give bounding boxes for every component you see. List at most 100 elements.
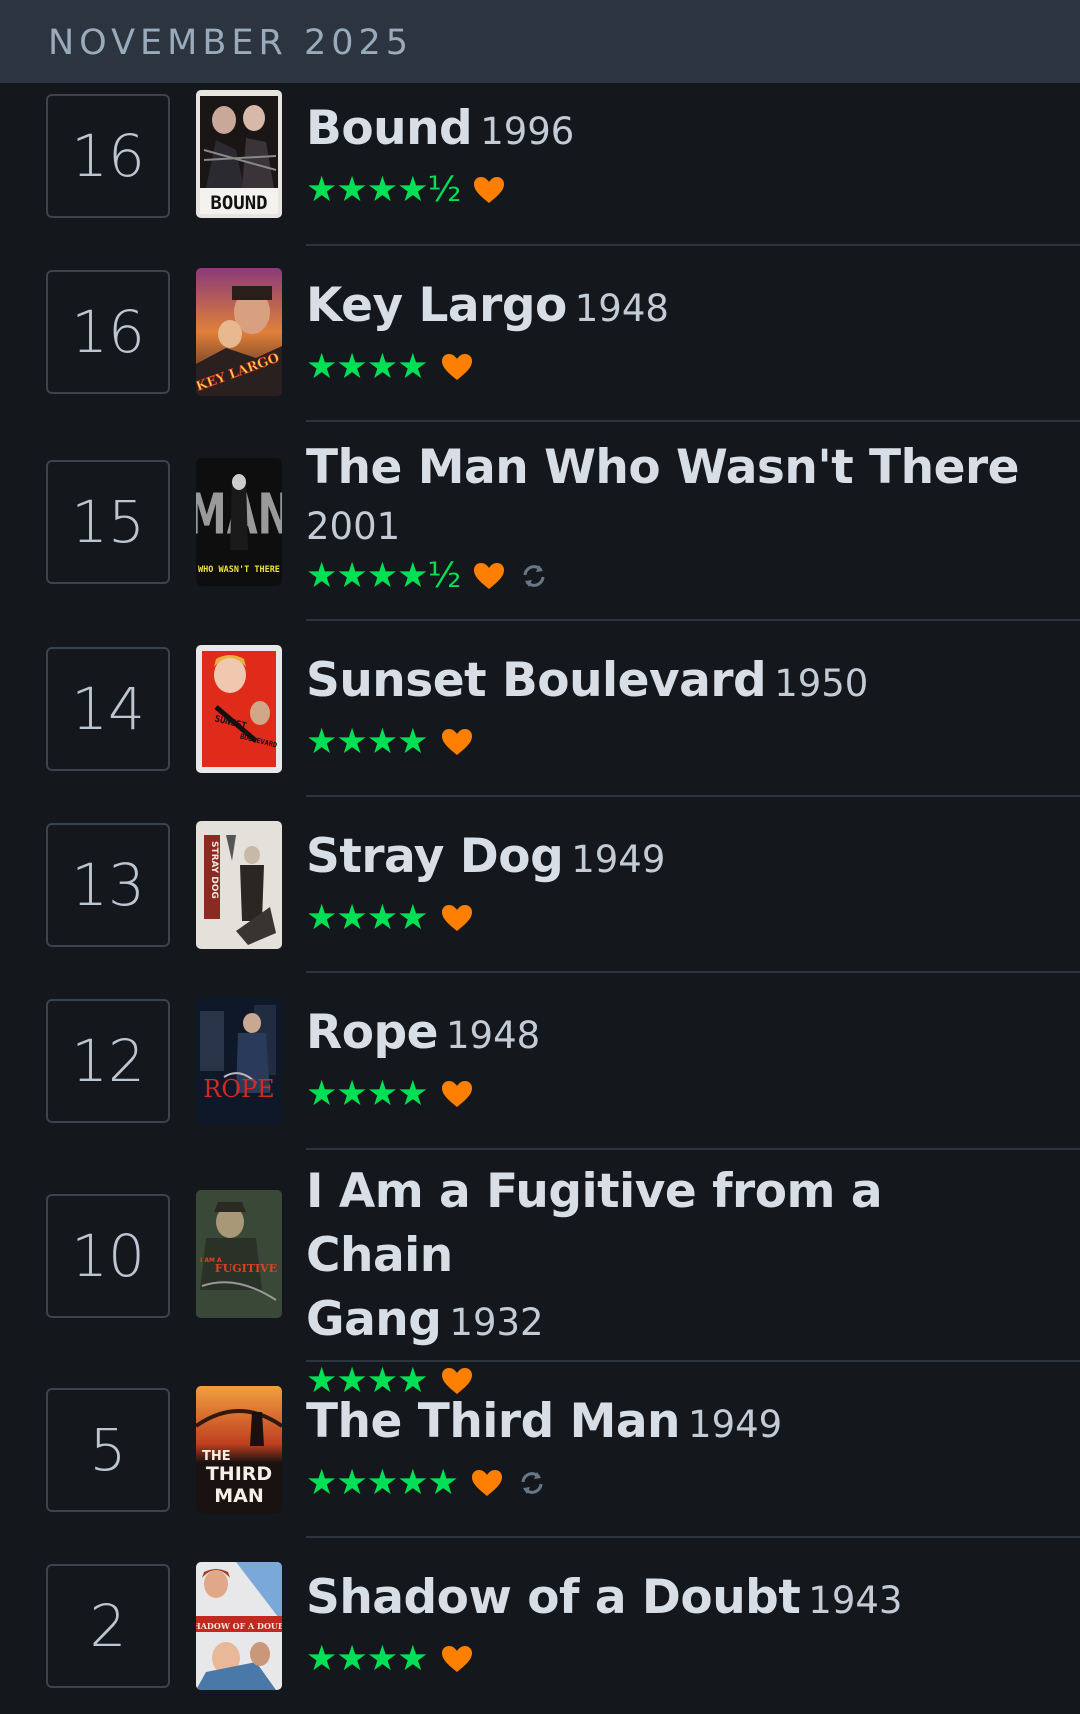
film-title-line1[interactable]: I Am a Fugitive from a Chain: [306, 1164, 883, 1283]
day-box[interactable]: 13: [46, 823, 170, 947]
diary-entry[interactable]: 2 SHADOW OF A DOUBT Shadow of a Doubt194…: [0, 1538, 1080, 1714]
diary-entry[interactable]: 12 ROPE Rope 1948 ★★★★: [0, 973, 1080, 1150]
entry-info: Sunset Boulevard 1950 ★★★★: [306, 649, 1020, 764]
film-year[interactable]: 2001: [306, 500, 1020, 554]
poster-man-who-wasnt-there[interactable]: MAN WHO WASN'T THERE: [196, 458, 282, 586]
entry-info: Bound 1996 ★★★★½: [306, 97, 1020, 212]
heart-icon: [441, 729, 472, 755]
diary-entry[interactable]: 16 KEY LARGO Key Largo 1948 ★★★★: [0, 246, 1080, 422]
day-box[interactable]: 2: [46, 1564, 170, 1688]
film-title-text[interactable]: Stray Dog: [306, 829, 564, 884]
rating-row: ★★★★½: [306, 168, 1020, 212]
film-title-text[interactable]: Key Largo: [306, 278, 567, 333]
star-rating: ★★★★: [306, 722, 429, 762]
poster-stray-dog[interactable]: STRAY DOG: [196, 821, 282, 949]
heart-icon: [441, 1646, 472, 1672]
film-year[interactable]: 1950: [774, 662, 868, 705]
poster-title-text: THIRD: [206, 1463, 272, 1485]
day-box[interactable]: 15: [46, 460, 170, 584]
film-year[interactable]: 1996: [480, 110, 574, 153]
film-title-text[interactable]: The Third Man: [306, 1394, 681, 1449]
poster-bound[interactable]: BOUND: [196, 90, 282, 218]
star-rating: ★★★★½: [306, 170, 461, 210]
entry-info: Key Largo 1948 ★★★★: [306, 274, 1020, 389]
star-rating: ★★★★: [306, 347, 429, 387]
film-year[interactable]: 1932: [449, 1301, 543, 1344]
poster-title-text: BOUND: [210, 192, 267, 214]
entry-info: The Man Who Wasn't There 2001 ★★★★½: [306, 436, 1020, 598]
heart-icon: [441, 905, 472, 931]
diary-entry[interactable]: 10 I AM A FUGITIVE I Am a Fugitive from …: [0, 1150, 1080, 1401]
star-rating: ★★★★★: [306, 1463, 459, 1503]
entry-info: Rope 1948 ★★★★: [306, 1001, 1020, 1116]
film-title-text[interactable]: Rope: [306, 1005, 439, 1060]
poster-subtitle-text: WHO WASN'T THERE: [198, 565, 280, 575]
film-title[interactable]: I Am a Fugitive from a Chain Gang 1932: [306, 1160, 1020, 1355]
month-header: NOVEMBER 2025: [0, 0, 1080, 83]
poster-title-text: STRAY DOG: [209, 841, 219, 899]
star-rating: ★★★★: [306, 1639, 429, 1679]
entry-info: The Third Man 1949 ★★★★★: [306, 1390, 1020, 1505]
entry-info: Shadow of a Doubt 1943 ★★★★: [306, 1566, 1020, 1681]
poster-title-text: THE: [202, 1449, 231, 1464]
diary-list: 16 BOUND Bound 1996 ★★★★½ 16 KEY LARGO K…: [0, 83, 1080, 1714]
heart-icon: [474, 563, 505, 589]
star-rating: ★★★★½: [306, 556, 461, 596]
film-title[interactable]: Sunset Boulevard 1950: [306, 649, 1020, 716]
diary-entry[interactable]: 5 THE THIRD MAN The Third Man 1949 ★★★★★: [0, 1362, 1080, 1538]
diary-entry[interactable]: 13 STRAY DOG Stray Dog 1949 ★★★★: [0, 797, 1080, 973]
film-title-text[interactable]: Sunset Boulevard: [306, 653, 767, 708]
film-title[interactable]: Rope 1948: [306, 1001, 1020, 1068]
day-box[interactable]: 14: [46, 647, 170, 771]
film-title-text[interactable]: The Man Who Wasn't There: [306, 440, 1020, 495]
heart-icon: [441, 354, 472, 380]
film-title[interactable]: Shadow of a Doubt 1943: [306, 1566, 1020, 1633]
film-year[interactable]: 1948: [575, 287, 669, 330]
poster-shadow-of-a-doubt[interactable]: SHADOW OF A DOUBT: [196, 1562, 282, 1690]
rating-row: ★★★★: [306, 1637, 1020, 1681]
film-title[interactable]: Stray Dog 1949: [306, 825, 1020, 892]
day-box[interactable]: 5: [46, 1388, 170, 1512]
poster-subtitle-text: FUGITIVE: [215, 1262, 277, 1275]
rating-row: ★★★★: [306, 896, 1020, 940]
poster-fugitive[interactable]: I AM A FUGITIVE: [196, 1190, 282, 1318]
film-title[interactable]: The Man Who Wasn't There 2001: [306, 436, 1020, 554]
day-box[interactable]: 12: [46, 999, 170, 1123]
diary-entry[interactable]: 15 MAN WHO WASN'T THERE The Man Who Wasn…: [0, 422, 1080, 621]
film-title-text[interactable]: Bound: [306, 101, 473, 156]
film-title-text[interactable]: Shadow of a Doubt: [306, 1570, 801, 1625]
heart-icon: [441, 1081, 472, 1107]
film-title[interactable]: Bound 1996: [306, 97, 1020, 164]
rating-row: ★★★★: [306, 720, 1020, 764]
day-box[interactable]: 16: [46, 270, 170, 394]
rating-row: ★★★★: [306, 345, 1020, 389]
month-title: NOVEMBER 2025: [48, 22, 414, 63]
poster-title-text: ROPE: [203, 1075, 274, 1103]
film-year[interactable]: 1949: [688, 1403, 782, 1446]
entry-info: Stray Dog 1949 ★★★★: [306, 825, 1020, 940]
day-box[interactable]: 10: [46, 1194, 170, 1318]
poster-title-text: MAN: [214, 1485, 264, 1507]
star-rating: ★★★★: [306, 898, 429, 938]
film-title-line2[interactable]: Gang: [306, 1292, 442, 1347]
film-year[interactable]: 1948: [446, 1014, 540, 1057]
rating-row: ★★★★★: [306, 1461, 1020, 1505]
film-year[interactable]: 1943: [808, 1579, 902, 1622]
rewatch-icon: [523, 565, 545, 587]
rating-row: ★★★★½: [306, 554, 1020, 598]
film-year[interactable]: 1949: [571, 838, 665, 881]
diary-entry[interactable]: 14 SUNSET BOULEVARD Sunset Boulevard 1950…: [0, 621, 1080, 797]
heart-icon: [474, 177, 505, 203]
poster-rope[interactable]: ROPE: [196, 997, 282, 1125]
poster-key-largo[interactable]: KEY LARGO: [196, 268, 282, 396]
heart-icon: [471, 1470, 502, 1496]
poster-third-man[interactable]: THE THIRD MAN: [196, 1386, 282, 1514]
diary-entry[interactable]: 16 BOUND Bound 1996 ★★★★½: [0, 83, 1080, 246]
poster-sunset-boulevard[interactable]: SUNSET BOULEVARD: [196, 645, 282, 773]
poster-title-text: SHADOW OF A DOUBT: [196, 1621, 282, 1631]
rating-row: ★★★★: [306, 1072, 1020, 1116]
rewatch-icon: [521, 1472, 543, 1494]
film-title[interactable]: The Third Man 1949: [306, 1390, 1020, 1457]
film-title[interactable]: Key Largo 1948: [306, 274, 1020, 341]
day-box[interactable]: 16: [46, 94, 170, 218]
